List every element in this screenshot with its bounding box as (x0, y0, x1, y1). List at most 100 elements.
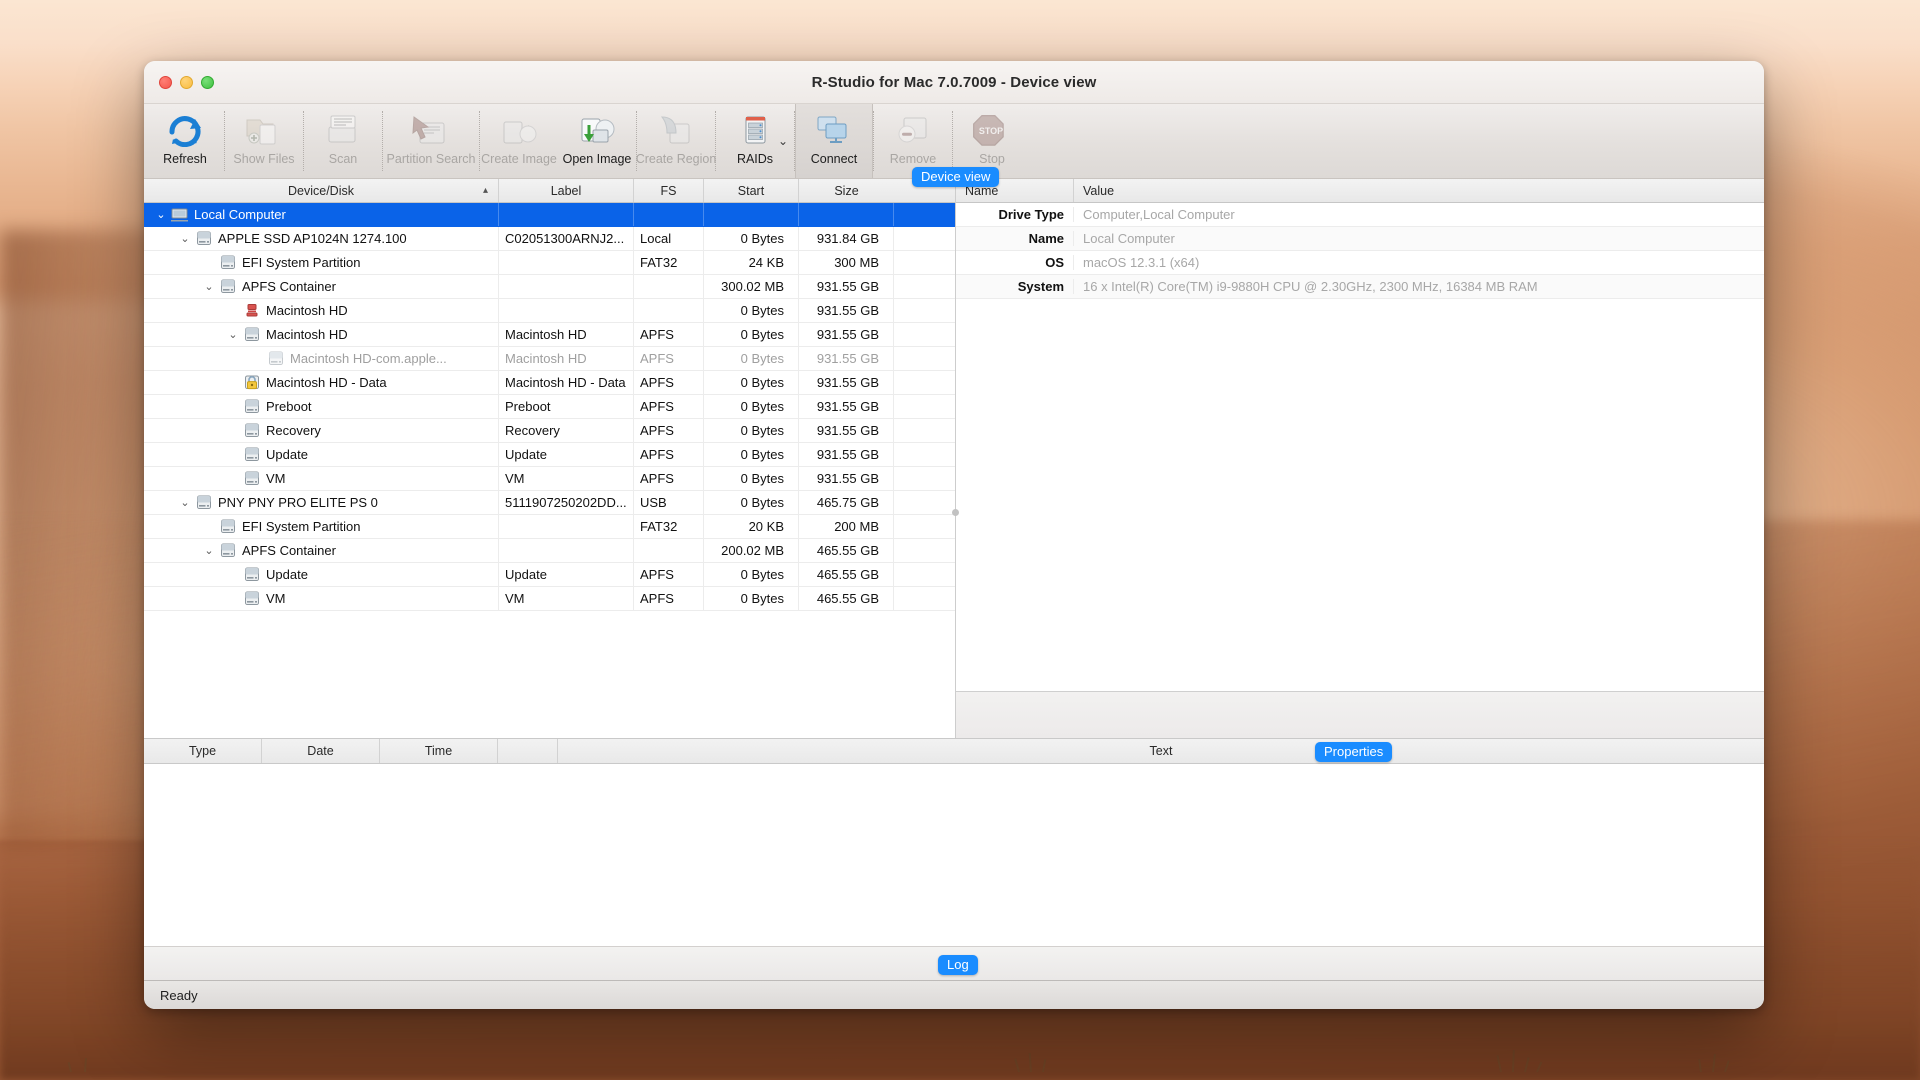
tree-column-header-label[interactable]: Label (499, 179, 634, 202)
log-body[interactable] (144, 764, 1764, 946)
tree-cell-fs: FAT32 (634, 251, 704, 274)
toolbar-button-connect[interactable]: Connect (795, 104, 873, 178)
tree-column-header-fs[interactable]: FS (634, 179, 704, 202)
tree-cell-label: VM (499, 467, 634, 490)
device-tree-row[interactable]: Macintosh HD 0 Bytes 931.55 GB (144, 299, 955, 323)
tree-cell-size: 931.55 GB (799, 371, 894, 394)
properties-pane: Name Value Drive Type Computer,Local Compu… (956, 179, 1764, 738)
device-tree-row[interactable]: Update Update APFS 0 Bytes 465.55 GB (144, 563, 955, 587)
column-header-label: Text (1149, 744, 1173, 758)
property-row[interactable]: Drive Type Computer,Local Computer (956, 203, 1764, 227)
column-header-label: Size (834, 183, 859, 198)
device-tree-row[interactable]: VM VM APFS 0 Bytes 931.55 GB (144, 467, 955, 491)
tree-row-label: Update (266, 567, 308, 582)
grass-tuft (1496, 1055, 1502, 1073)
device-tree-row[interactable]: Update Update APFS 0 Bytes 931.55 GB (144, 443, 955, 467)
device-tree-row[interactable]: ⌄ APFS Container 300.02 MB 931.55 GB (144, 275, 955, 299)
column-header-label: Time (424, 744, 453, 758)
tree-column-header-size[interactable]: Size (799, 179, 894, 202)
chevron-down-icon[interactable]: ⌄ (176, 496, 194, 509)
tree-cell-label: VM (499, 587, 634, 610)
toolbar-button-open-image[interactable]: Open Image (558, 104, 636, 178)
chevron-down-icon[interactable]: ⌄ (200, 544, 218, 557)
tree-cell-start (704, 203, 799, 226)
tree-cell-start: 200.02 MB (704, 539, 799, 562)
tree-cell-name: EFI System Partition (144, 251, 499, 274)
tree-cell-label: C02051300ARNJ2... (499, 227, 634, 250)
device-tree-row[interactable]: ⌄ APFS Container 200.02 MB 465.55 GB (144, 539, 955, 563)
column-header-label: Type (188, 744, 217, 758)
tree-cell-label: Recovery (499, 419, 634, 442)
tree-cell-name: Macintosh HD - Data (144, 371, 499, 394)
log-column-header-spacer[interactable] (498, 739, 558, 763)
device-tree-row[interactable]: ⌄ APPLE SSD AP1024N 1274.100 C02051300ARNJ… (144, 227, 955, 251)
log-column-header-type[interactable]: Type (144, 739, 262, 763)
chevron-down-icon[interactable]: ⌄ (200, 280, 218, 293)
tree-cell-size (799, 203, 894, 226)
tree-cell-size: 465.55 GB (799, 587, 894, 610)
property-value: Computer,Local Computer (1083, 207, 1235, 222)
tree-cell-start: 0 Bytes (704, 419, 799, 442)
property-row[interactable]: System 16 x Intel(R) Core(TM) i9-9880H CP… (956, 275, 1764, 299)
tree-cell-start: 0 Bytes (704, 347, 799, 370)
device-tree-body[interactable]: ⌄ Local Computer ⌄ APPLE SSD AP1024N 1274.1… (144, 203, 955, 738)
create-image-icon (497, 111, 541, 149)
chevron-down-icon[interactable]: ⌄ (778, 134, 788, 148)
tree-cell-size: 931.55 GB (799, 419, 894, 442)
device-tree-row[interactable]: Recovery Recovery APFS 0 Bytes 931.55 GB (144, 419, 955, 443)
badge-properties[interactable]: Properties (1315, 742, 1393, 762)
property-row[interactable]: OS macOS 12.3.1 (x64) (956, 251, 1764, 275)
disk-icon (218, 519, 237, 534)
log-column-header-text[interactable]: Text (558, 739, 1764, 763)
toolbar-button-raids[interactable]: RAIDs ⌄ (716, 104, 794, 178)
property-name: System (956, 279, 1074, 294)
device-tree-row[interactable]: EFI System Partition FAT32 24 KB 300 MB (144, 251, 955, 275)
log-column-header-date[interactable]: Date (262, 739, 380, 763)
badge-log[interactable]: Log (938, 955, 978, 975)
toolbar-button-label: Refresh (163, 152, 207, 166)
red-volume-icon (242, 303, 261, 318)
tree-cell-label: Update (499, 563, 634, 586)
property-value: macOS 12.3.1 (x64) (1083, 255, 1200, 270)
tree-cell-start: 0 Bytes (704, 587, 799, 610)
device-tree-row[interactable]: ⌄ Macintosh HD Macintosh HD APFS 0 Bytes 931.… (144, 323, 955, 347)
device-tree-row[interactable]: VM VM APFS 0 Bytes 465.55 GB (144, 587, 955, 611)
property-row[interactable]: Name Local Computer (956, 227, 1764, 251)
pane-splitter-handle[interactable] (952, 509, 959, 516)
raids-icon (733, 111, 777, 149)
partition-search-icon (409, 111, 453, 149)
tree-column-header-device-disk[interactable]: Device/Disk ▴ (144, 179, 499, 202)
chevron-down-icon[interactable]: ⌄ (176, 232, 194, 245)
tree-row-label: EFI System Partition (242, 519, 361, 534)
device-tree-row[interactable]: Macintosh HD - Data Macintosh HD - Data AP… (144, 371, 955, 395)
tree-cell-label: Macintosh HD - Data (499, 371, 634, 394)
app-window: R-Studio for Mac 7.0.7009 - Device view … (144, 61, 1764, 1009)
properties-footer (956, 691, 1764, 738)
tree-cell-label (499, 251, 634, 274)
device-tree-row[interactable]: ⌄ Local Computer (144, 203, 955, 227)
chevron-down-icon[interactable]: ⌄ (224, 328, 242, 341)
properties-column-header-value[interactable]: Value (1074, 179, 1764, 202)
log-column-header-time[interactable]: Time (380, 739, 498, 763)
tree-column-header-start[interactable]: Start (704, 179, 799, 202)
tree-row-label: VM (266, 471, 286, 486)
device-tree-row[interactable]: Macintosh HD-com.apple... Macintosh HD APF… (144, 347, 955, 371)
properties-body[interactable]: Drive Type Computer,Local Computer Name Loc… (956, 203, 1764, 299)
toolbar-button-label: Show Files (233, 152, 295, 166)
column-header-label: Device/Disk (288, 183, 354, 198)
tree-row-label: PNY PNY PRO ELITE PS 0 (218, 495, 378, 510)
device-tree-row[interactable]: Preboot Preboot APFS 0 Bytes 931.55 GB (144, 395, 955, 419)
disk-icon (218, 279, 237, 294)
badge-device-view[interactable]: Device view (912, 167, 1000, 187)
log-header: Type Date Time Text (144, 738, 1764, 764)
tree-cell-size: 465.75 GB (799, 491, 894, 514)
tree-cell-name: ⌄ APFS Container (144, 275, 499, 298)
device-tree-row[interactable]: ⌄ PNY PNY PRO ELITE PS 0 5111907250202DD..… (144, 491, 955, 515)
tree-cell-label: Macintosh HD (499, 323, 634, 346)
tree-cell-start: 300.02 MB (704, 275, 799, 298)
toolbar-button-refresh[interactable]: Refresh (146, 104, 224, 178)
toolbar-button-label: Partition Search (386, 152, 476, 166)
grass-tuft (1712, 1053, 1716, 1073)
device-tree-row[interactable]: EFI System Partition FAT32 20 KB 200 MB (144, 515, 955, 539)
chevron-down-icon[interactable]: ⌄ (152, 208, 170, 221)
